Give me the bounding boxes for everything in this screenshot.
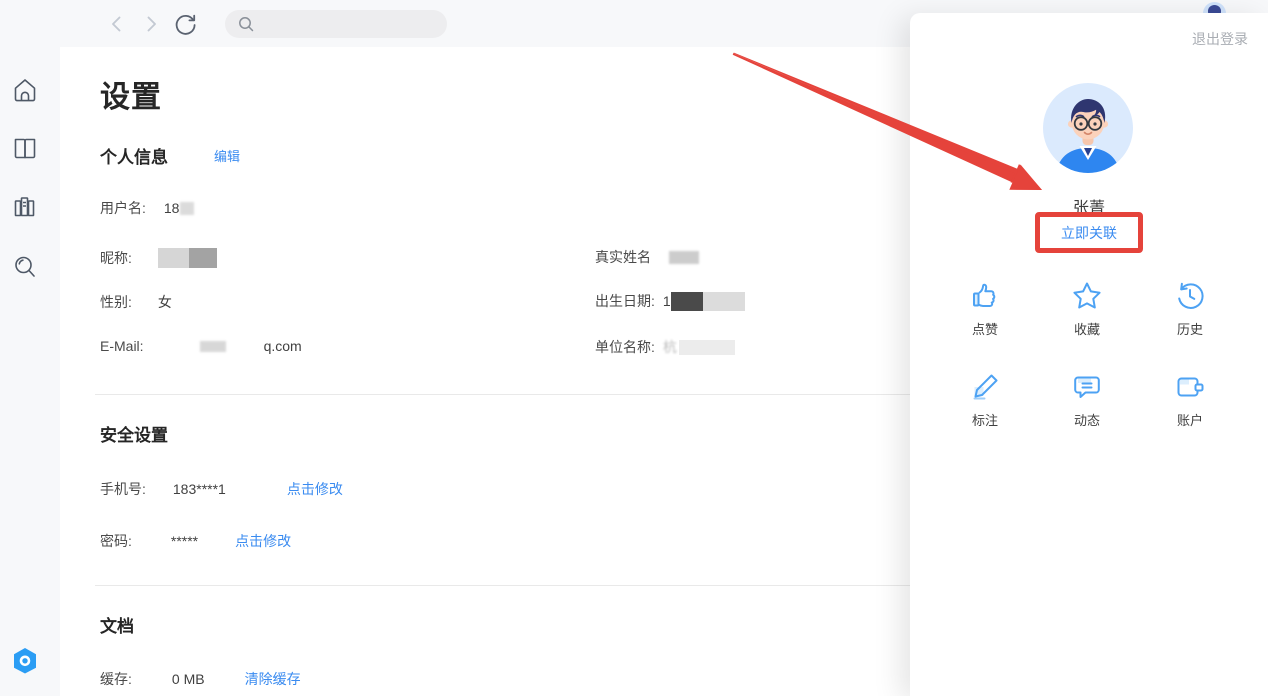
back-icon[interactable]	[106, 13, 128, 35]
library-icon[interactable]	[11, 193, 39, 221]
account-action[interactable]: 账户	[1150, 370, 1230, 429]
home-icon[interactable]	[11, 76, 39, 104]
history-label: 历史	[1150, 319, 1230, 338]
star-icon	[1070, 279, 1104, 313]
gender-label: 性别:	[100, 292, 132, 312]
app-hexagon-icon[interactable]	[12, 647, 38, 674]
phone-label: 手机号:	[100, 479, 146, 499]
app-window: 设置 个人信息 编辑 用户名: 18 昵称: 性别: 女 E-Mail: q.c…	[0, 0, 1268, 696]
realname-label: 真实姓名	[595, 247, 651, 267]
user-panel: 退出登录	[910, 13, 1268, 696]
username-label: 用户名:	[100, 198, 146, 218]
forward-icon[interactable]	[140, 13, 162, 35]
thumbs-up-icon	[968, 279, 1002, 313]
username-value: 18	[164, 200, 180, 216]
email-value: q.com	[264, 338, 302, 354]
password-value: *****	[171, 533, 198, 549]
password-label: 密码:	[100, 531, 132, 551]
organization-redaction	[679, 340, 735, 355]
search-icon	[237, 15, 255, 33]
email-label: E-Mail:	[100, 338, 144, 354]
activity-label: 动态	[1047, 410, 1127, 429]
book-icon[interactable]	[11, 134, 39, 162]
refresh-icon[interactable]	[172, 11, 197, 36]
likes-label: 点赞	[945, 319, 1025, 338]
nickname-redaction	[189, 248, 217, 268]
cache-value: 0 MB	[172, 671, 205, 687]
associate-annotation-box: 立即关联	[1035, 212, 1143, 253]
organization-value: 杭	[663, 337, 677, 357]
avatar[interactable]	[1043, 83, 1133, 173]
activity-action[interactable]: 动态	[1047, 370, 1127, 429]
clear-cache-link[interactable]: 清除缓存	[245, 669, 301, 689]
cache-label: 缓存:	[100, 669, 132, 689]
organization-label: 单位名称:	[595, 337, 655, 357]
document-heading: 文档	[100, 612, 134, 637]
change-phone-link[interactable]: 点击修改	[287, 479, 343, 499]
gender-value: 女	[158, 292, 172, 312]
birthdate-redaction	[703, 292, 745, 311]
page-title: 设置	[100, 72, 162, 116]
birthdate-redaction	[671, 292, 703, 311]
wallet-icon	[1173, 370, 1207, 404]
nickname-redaction	[158, 248, 189, 268]
email-redaction	[200, 341, 226, 352]
birthdate-value: 1	[663, 293, 671, 309]
history-clock-icon	[1173, 279, 1207, 313]
annotation-action[interactable]: 标注	[945, 370, 1025, 429]
account-label: 账户	[1150, 410, 1230, 429]
security-heading: 安全设置	[100, 421, 168, 446]
nickname-label: 昵称:	[100, 248, 132, 268]
pencil-icon	[968, 370, 1002, 404]
history-action[interactable]: 历史	[1150, 279, 1230, 338]
change-password-link[interactable]: 点击修改	[235, 531, 291, 551]
favorites-label: 收藏	[1047, 319, 1127, 338]
realname-redaction	[669, 251, 699, 264]
likes-action[interactable]: 点赞	[945, 279, 1025, 338]
search-nav-icon[interactable]	[11, 253, 39, 281]
logout-button[interactable]: 退出登录	[1192, 29, 1248, 49]
personal-info-heading: 个人信息	[100, 143, 168, 168]
search-input[interactable]	[225, 10, 447, 38]
username-redaction	[180, 202, 194, 215]
phone-value: 183****1	[173, 481, 226, 497]
favorites-action[interactable]: 收藏	[1047, 279, 1127, 338]
comment-icon	[1070, 370, 1104, 404]
associate-now-link[interactable]: 立即关联	[1061, 223, 1117, 243]
edit-link[interactable]: 编辑	[214, 146, 240, 165]
annotation-label: 标注	[945, 410, 1025, 429]
birthdate-label: 出生日期:	[595, 291, 655, 311]
left-sidebar	[0, 0, 60, 696]
